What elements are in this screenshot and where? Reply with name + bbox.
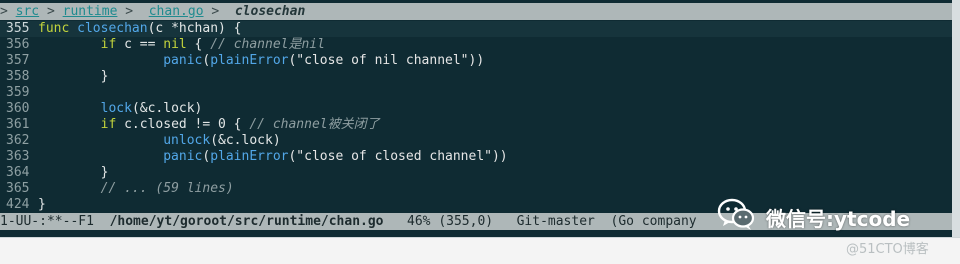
- line-number: 364: [6, 165, 30, 180]
- code-text: }: [38, 197, 46, 212]
- breadcrumb: > src > runtime > chan.go > closechan: [0, 3, 952, 20]
- code-line[interactable]: 363 panic(plainError("close of closed ch…: [0, 149, 952, 165]
- code-line[interactable]: 356 if c == nil { // channel是nil: [0, 37, 952, 53]
- function-name: lock: [100, 101, 132, 116]
- breadcrumb-separator: >: [125, 4, 134, 19]
- line-number: 360: [6, 101, 30, 116]
- breadcrumb-separator: >: [46, 4, 55, 19]
- code-line[interactable]: 361 if c.closed != 0 { // channel被关闭了: [0, 117, 952, 133]
- breadcrumb-separator: >: [211, 4, 220, 19]
- code-line[interactable]: 364 }: [0, 165, 952, 181]
- line-number: 355: [6, 21, 30, 36]
- breadcrumb-item-function[interactable]: closechan: [235, 3, 305, 20]
- breadcrumb-item-runtime[interactable]: runtime: [63, 3, 118, 20]
- code-text: }: [100, 165, 109, 180]
- function-name: panic: [163, 53, 203, 68]
- function-name: plainError: [210, 53, 289, 68]
- code-text: (&c.lock): [210, 133, 281, 148]
- line-number: 356: [6, 37, 30, 52]
- folded-lines-comment[interactable]: // ... (59 lines): [101, 181, 234, 196]
- breadcrumb-prefix: >: [0, 4, 8, 19]
- line-number: 424: [6, 197, 30, 212]
- modeline-major-mode[interactable]: (Go company: [611, 214, 697, 229]
- screenshot-frame: > src > runtime > chan.go > closechan 35…: [0, 0, 960, 264]
- modeline-status: 1-UU-:**--F1: [0, 214, 94, 229]
- code-area[interactable]: 355 func closechan(c *hchan) { 356 if c =…: [0, 21, 952, 213]
- breadcrumb-item-file[interactable]: chan.go: [149, 3, 204, 20]
- function-name: plainError: [210, 149, 289, 164]
- function-name: panic: [163, 149, 203, 164]
- keyword: func: [38, 21, 70, 36]
- string-literal: ("close of nil channel")): [288, 53, 485, 68]
- line-number: 359: [6, 85, 30, 100]
- wechat-logo-icon: [717, 198, 755, 230]
- comment: // channel是nil: [210, 37, 325, 52]
- line-number: 363: [6, 149, 30, 164]
- code-text: c ==: [116, 37, 164, 52]
- line-number: 362: [6, 133, 30, 148]
- modeline-position: (355,0): [438, 214, 494, 229]
- keyword: if: [100, 37, 117, 52]
- line-number: 361: [6, 117, 30, 132]
- line-number: 357: [6, 53, 30, 68]
- code-text: (c *hchan) {: [147, 21, 242, 36]
- keyword: nil: [163, 37, 187, 52]
- code-text: }: [100, 69, 109, 84]
- modeline-vc-branch[interactable]: Git-master: [517, 214, 595, 229]
- code-line[interactable]: 358 }: [0, 69, 952, 85]
- watermark-subtitle: @51CTO博客: [846, 242, 929, 257]
- modeline-buffer-name[interactable]: /home/yt/goroot/src/runtime/chan.go: [110, 214, 384, 229]
- code-line[interactable]: 365 // ... (59 lines): [0, 181, 952, 197]
- code-line[interactable]: 362 unlock(&c.lock): [0, 133, 952, 149]
- line-number: 365: [6, 181, 30, 196]
- code-line[interactable]: 355 func closechan(c *hchan) {: [0, 21, 952, 37]
- line-number: 358: [6, 69, 30, 84]
- code-line[interactable]: 357 panic(plainError("close of nil chann…: [0, 53, 952, 69]
- breadcrumb-item-src[interactable]: src: [16, 3, 39, 20]
- code-text: {: [186, 37, 211, 52]
- code-text: (&c.lock): [131, 101, 203, 116]
- modeline-percent: 46%: [407, 214, 431, 229]
- code-text: c.closed != 0 {: [116, 117, 250, 132]
- string-literal: ("close of closed channel")): [288, 149, 508, 164]
- watermark-title: 微信号:ytcode: [766, 207, 911, 231]
- comment: // channel被关闭了: [249, 117, 380, 132]
- keyword: if: [100, 117, 117, 132]
- code-line[interactable]: 360 lock(&c.lock): [0, 101, 952, 117]
- function-name: closechan: [77, 21, 148, 36]
- code-line[interactable]: 359: [0, 85, 952, 101]
- function-name: unlock: [163, 133, 211, 148]
- scrollbar[interactable]: [952, 0, 960, 237]
